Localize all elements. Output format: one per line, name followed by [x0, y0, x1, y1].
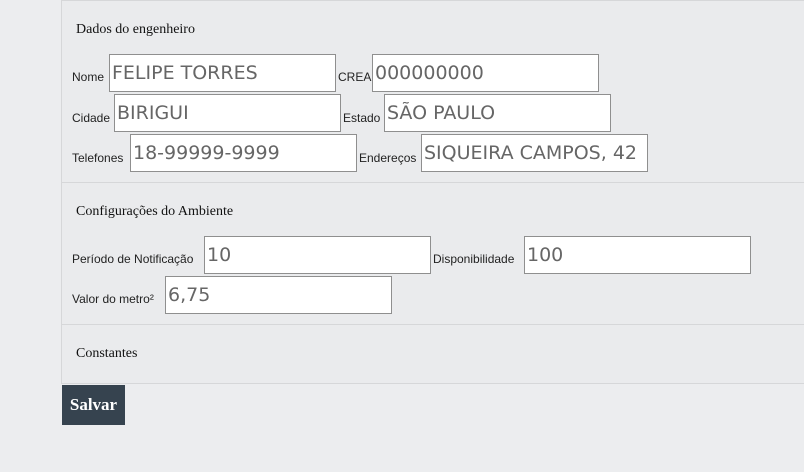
left-margin: [0, 0, 62, 472]
section-title-environment: Configurações do Ambiente: [76, 204, 234, 219]
city-label: Cidade: [72, 111, 111, 125]
environment-section: Configurações do Ambiente Período de Not…: [61, 182, 804, 324]
name-field[interactable]: [109, 54, 336, 92]
phones-label: Telefones: [72, 151, 124, 165]
engineer-section: Dados do engenheiro Nome CREA Cidade Est…: [61, 0, 804, 182]
crea-label: CREA: [338, 70, 372, 84]
price-per-m2-label: Valor do metro²: [72, 292, 154, 306]
state-field[interactable]: [384, 94, 611, 132]
addresses-label: Endereços: [359, 151, 417, 165]
name-label: Nome: [72, 70, 105, 84]
save-button[interactable]: Salvar: [62, 385, 125, 425]
constants-section: Constantes: [61, 324, 804, 384]
availability-field[interactable]: [524, 236, 751, 274]
section-title-constants: Constantes: [76, 346, 138, 361]
city-field[interactable]: [114, 94, 341, 132]
crea-field[interactable]: [372, 54, 599, 92]
notification-period-label: Período de Notificação: [72, 252, 194, 266]
availability-label: Disponibilidade: [433, 252, 515, 266]
phones-field[interactable]: [130, 134, 357, 172]
state-label: Estado: [343, 111, 381, 125]
notification-period-field[interactable]: [204, 236, 431, 274]
section-title-engineer: Dados do engenheiro: [76, 22, 195, 37]
addresses-field[interactable]: [421, 134, 648, 172]
price-per-m2-field[interactable]: [165, 276, 392, 314]
